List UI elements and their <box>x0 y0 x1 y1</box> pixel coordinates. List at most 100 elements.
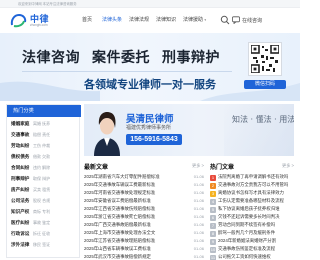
qr-caption: 微信扫码 <box>244 80 286 89</box>
article-date: 01-06 <box>193 222 204 227</box>
sidebar-item-label: 劳动纠纷 <box>11 143 30 148</box>
rank-badge: 11 <box>210 255 216 260</box>
rank-badge: 5 <box>210 207 216 213</box>
article-title: 交通事故对方全责我方可以不用管吗 <box>218 182 289 187</box>
site-logo[interactable]: 中律 zhonglv.com <box>10 12 78 30</box>
rank-badge: 6 <box>210 215 216 221</box>
sidebar-item-label: 合同纠纷 <box>11 165 30 170</box>
sidebar-item-tags: 离婚 抚养 <box>33 121 51 126</box>
sidebar-item-tags: 赔偿 责任 <box>33 132 51 137</box>
article-title: 2025年江苏省交通事故理赔赔偿标准 <box>84 238 156 243</box>
article-date: 01-06 <box>193 198 204 203</box>
article-date: 01-06 <box>193 206 204 211</box>
nav-aid[interactable]: 法律援助 ▾ <box>183 16 206 23</box>
sidebar-item-label: 公司法务 <box>11 198 30 203</box>
latest-articles-list: 2025年湖南省汽车大灯零配件赔偿标准 01-06 2025年交通事故车辆误工费最… <box>84 174 204 260</box>
latest-articles-title: 最新文章 <box>84 165 109 171</box>
article-date: 01-06 <box>193 174 204 179</box>
chat-icon <box>232 16 240 24</box>
hot-articles-title: 热门文章 <box>210 165 235 171</box>
rank-badge: 8 <box>210 231 216 237</box>
category-sidebar: 热门分类 婚姻家庭 离婚 抚养 交通事故 赔偿 责任 劳动纠纷 工伤 仲裁 债权债务借… <box>6 104 81 258</box>
article-title: 2025年山西省车辆事故误工费标准 <box>84 246 151 251</box>
sidebar-item-tags: 商标 专利 <box>33 209 51 214</box>
hero-banner[interactable]: 法律咨询 案件委托 刑事辩护 各领域专业律师一对一服务 微信扫码 <box>0 33 300 101</box>
sidebar-item-label: 涉外法律 <box>11 242 30 247</box>
sidebar-item-label: 医疗纠纷 <box>11 220 30 225</box>
rank-badge: 2 <box>210 183 216 189</box>
article-title: 2025年浙江省交通事故死亡赔偿标准 <box>84 214 156 219</box>
rank-badge: 7 <box>210 223 216 229</box>
feature-slogan: 知法 · 懂法 · 用法 <box>232 115 294 124</box>
list-item[interactable]: 11 公司拖欠工资如何快速维权 <box>210 254 294 260</box>
article-title: 2025年武汉市交通事故赔偿新规定 <box>84 254 151 259</box>
article-date: 01-06 <box>193 214 204 219</box>
sidebar-item-label: 知识产权 <box>11 209 30 214</box>
sidebar-item-tags: 违约 解除 <box>33 165 51 170</box>
banner-word-defense: 刑事辩护 <box>162 49 220 65</box>
article-title: 欠钱不还起诉需要多长时间判决 <box>218 214 280 219</box>
top-bar: 欢迎来到中律网 本站专注法律咨询服务 <box>0 0 300 8</box>
logo-mark-icon <box>10 13 27 28</box>
rank-badge: 9 <box>210 239 216 245</box>
article-title: 法院判离婚了再申请调解书还有效吗 <box>218 174 289 179</box>
lawyer-phone[interactable]: 156-5916-5843 <box>126 134 182 145</box>
consult-label: 在线咨询 <box>242 18 263 24</box>
article-title: 离婚协议书怎样写才具有法律效力 <box>218 190 284 195</box>
article-date: 01-06 <box>193 238 204 243</box>
sidebar-item-label: 房产纠纷 <box>11 187 30 192</box>
featured-lawyer-banner[interactable]: 吴清民律师 福建优秀律师事务所 156-5916-5843 知法 · 懂法 · … <box>84 104 294 156</box>
sidebar-item-tags: 拆迁 征收 <box>33 231 51 236</box>
banner-word-consult: 法律咨询 <box>22 49 80 65</box>
search-icon <box>220 15 230 25</box>
nav-knowledge[interactable]: 法律知识 <box>156 16 176 23</box>
lawyer-avatar <box>94 112 120 156</box>
consult-button[interactable]: 在线咨询 <box>232 15 274 25</box>
hot-articles-header: 热门文章 更多 > <box>210 162 294 172</box>
banner-slogan: 各领域专业律师一对一服务 <box>84 79 216 91</box>
rank-badge: 4 <box>210 199 216 205</box>
lawyer-name: 吴清民律师 <box>126 114 174 125</box>
qr-code <box>248 42 282 76</box>
nav-aid-label: 法律援助 <box>183 17 204 23</box>
sidebar-item-tags: 事故 鉴定 <box>33 220 51 225</box>
hot-more-link[interactable]: 更多 > <box>282 163 294 169</box>
article-title: 2025年安徽省误工费赔偿最新标准 <box>84 198 151 203</box>
chevron-down-icon: ▾ <box>204 18 207 22</box>
lawyer-phone-number: 156-5916-5843 <box>130 136 178 143</box>
article-date: 01-06 <box>193 182 204 187</box>
nav-headlines[interactable]: 法律头条 <box>102 16 122 23</box>
article-title: 2025年上海市交通事故处理办法全文 <box>84 230 156 235</box>
article-title: 劳动合同到期不续签有补偿吗 <box>218 222 276 227</box>
header: 中律 zhonglv.com 首页 法律头条 法律法规 法律知识 法律援助 ▾ … <box>0 8 300 33</box>
sidebar-item-tags: 移民 签证 <box>33 242 51 247</box>
article-date: 01-06 <box>193 190 204 195</box>
lawyer-title: 福建优秀律师事务所 <box>126 125 172 131</box>
nav-regulations[interactable]: 法律法规 <box>129 16 149 23</box>
sidebar-item-label: 行政诉讼 <box>11 231 30 236</box>
list-item[interactable]: 2025年武汉市交通事故赔偿新规定 01-06 <box>84 254 204 260</box>
sidebar-item-label: 刑事辩护 <box>11 176 30 181</box>
article-title: 2025年江西省交通事故伤残赔偿标准 <box>84 206 156 211</box>
latest-articles-header: 最新文章 更多 > <box>84 162 204 172</box>
banner-word-entrust: 案件委托 <box>92 49 150 65</box>
article-title: 公司拖欠工资如何快速维权 <box>218 254 271 259</box>
sidebar-item-label: 交通事故 <box>11 132 30 137</box>
search-button[interactable] <box>220 15 230 25</box>
sidebar-item-tags: 买卖 租赁 <box>33 187 51 192</box>
sidebar-item-tags: 取保 辩护 <box>33 176 51 181</box>
article-title: 2025年河南省交通事故处理规定标准 <box>84 190 156 195</box>
sidebar-item-label: 婚姻家庭 <box>11 121 30 126</box>
article-date: 01-06 <box>193 230 204 235</box>
article-title: 2025年交通事故车辆误工费最新标准 <box>84 182 156 187</box>
rank-badge: 3 <box>210 191 216 197</box>
rank-badge: 10 <box>210 247 216 253</box>
banner-stripe <box>224 104 294 156</box>
nav-home[interactable]: 首页 <box>82 16 92 23</box>
article-title: 醉驾一般判几个月及缓刑条件 <box>218 230 276 235</box>
latest-more-link[interactable]: 更多 > <box>192 163 204 169</box>
qr-code-icon <box>251 45 279 73</box>
article-title: 私下协议离婚后孩子抚养权归谁 <box>218 206 280 211</box>
sidebar-item-tags: 借款 欠款 <box>33 154 51 159</box>
sidebar-item-tags: 股权 合规 <box>33 198 51 203</box>
